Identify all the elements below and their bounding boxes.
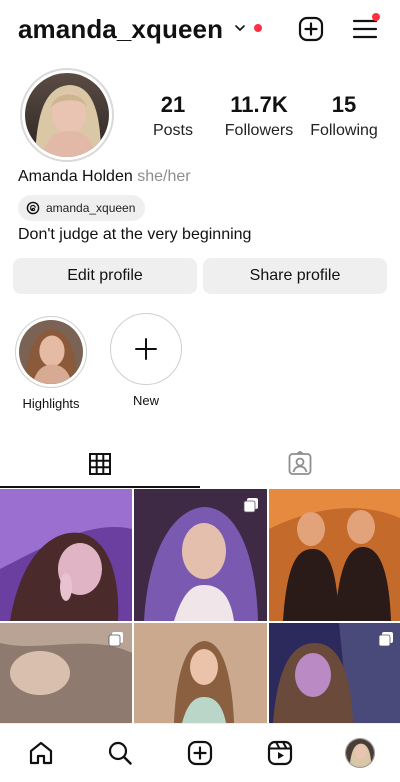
following-count: 15 — [331, 92, 357, 117]
plus-square-icon[interactable] — [298, 16, 324, 42]
profile-bio: Don't judge at the very beginning — [18, 226, 252, 243]
edit-profile-button[interactable]: Edit profile — [13, 258, 197, 294]
posts-stat[interactable]: 21 Posts — [150, 92, 196, 140]
posts-grid — [0, 489, 400, 723]
nav-search[interactable] — [105, 738, 135, 768]
tab-tagged[interactable] — [200, 440, 400, 488]
highlight-cover — [15, 316, 87, 388]
profile-tabs — [0, 440, 400, 488]
pronouns: she/her — [137, 168, 191, 185]
threads-handle: amanda_xqueen — [46, 201, 136, 215]
followers-stat[interactable]: 11.7K Followers — [218, 92, 300, 140]
avatar-photo — [25, 73, 109, 157]
active-tab-indicator — [0, 486, 200, 488]
posts-label: Posts — [152, 122, 193, 139]
create-icon — [187, 740, 213, 766]
display-name: Amanda Holden — [18, 168, 133, 185]
nav-reels[interactable] — [265, 738, 295, 768]
search-icon — [108, 741, 132, 765]
nav-create[interactable] — [185, 738, 215, 768]
grid-post[interactable] — [134, 489, 267, 621]
new-highlight-button[interactable]: New — [108, 313, 184, 408]
bottom-navigation — [0, 723, 400, 782]
reels-icon — [267, 740, 293, 766]
grid-post[interactable] — [269, 489, 400, 621]
tagged-icon — [288, 451, 312, 475]
share-profile-button[interactable]: Share profile — [203, 258, 387, 294]
plus-icon — [135, 338, 157, 360]
grid-icon — [89, 453, 111, 475]
new-highlight-label: New — [132, 393, 159, 408]
following-stat[interactable]: 15 Following — [302, 92, 386, 140]
grid-post[interactable] — [0, 489, 132, 621]
home-icon — [29, 741, 53, 765]
followers-label: Followers — [224, 122, 294, 139]
grid-post[interactable] — [0, 623, 132, 723]
profile-username[interactable]: amanda_xqueen — [18, 14, 223, 45]
following-label: Following — [310, 122, 378, 139]
threads-badge[interactable]: amanda_xqueen — [18, 195, 146, 221]
multiple-posts-icon — [243, 498, 258, 513]
notification-dot — [254, 24, 262, 32]
followers-count: 11.7K — [230, 92, 288, 117]
threads-icon — [26, 201, 40, 215]
chevron-down-icon[interactable] — [234, 22, 246, 34]
grid-post[interactable] — [269, 623, 400, 723]
profile-avatar-small — [345, 738, 375, 768]
menu-notification-dot — [372, 13, 380, 21]
highlight-label: Highlights — [22, 396, 80, 411]
multiple-posts-icon — [108, 632, 123, 647]
nav-profile[interactable] — [345, 738, 375, 768]
new-highlight-circle — [110, 313, 182, 385]
grid-post[interactable] — [134, 623, 267, 723]
profile-avatar[interactable] — [20, 68, 114, 162]
nav-home[interactable] — [26, 738, 56, 768]
multiple-posts-icon — [378, 632, 393, 647]
highlight-item[interactable]: Highlights — [13, 316, 89, 411]
profile-name: Amanda Holden she/her — [18, 168, 191, 186]
posts-count: 21 — [160, 92, 186, 117]
tab-posts-grid[interactable] — [0, 440, 200, 488]
top-bar: amanda_xqueen — [0, 0, 400, 56]
